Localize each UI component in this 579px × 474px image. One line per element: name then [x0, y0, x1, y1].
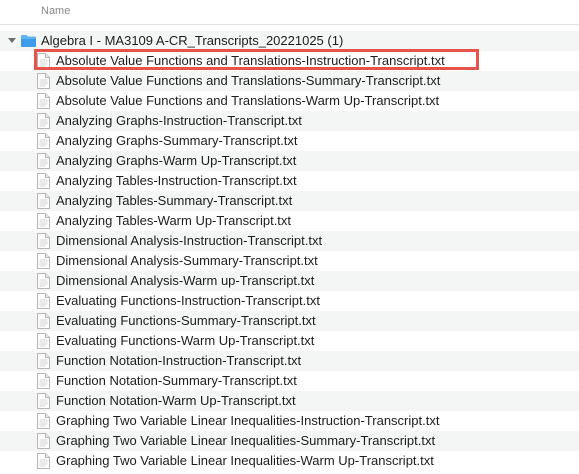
file-name: Dimensional Analysis-Summary-Transcript.… [56, 253, 318, 268]
column-header[interactable]: Name [0, 0, 579, 25]
file-name: Graphing Two Variable Linear Inequalitie… [56, 433, 436, 448]
text-document-icon [37, 433, 50, 449]
text-document-icon [37, 273, 50, 289]
folder-name: Algebra I - MA3109 A-CR_Transcripts_2022… [41, 33, 344, 48]
file-name: Analyzing Graphs-Summary-Transcript.txt [56, 133, 298, 148]
text-document-icon [37, 293, 50, 309]
file-name: Dimensional Analysis-Instruction-Transcr… [56, 233, 323, 248]
file-row[interactable]: Absolute Value Functions and Translation… [0, 51, 579, 71]
file-row[interactable]: Function Notation-Summary-Transcript.txt [0, 371, 579, 391]
text-document-icon [37, 373, 50, 389]
file-row[interactable]: Function Notation-Instruction-Transcript… [0, 351, 579, 371]
file-name: Evaluating Functions-Summary-Transcript.… [56, 313, 316, 328]
text-document-icon [37, 193, 50, 209]
file-row[interactable]: Function Notation-Warm Up-Transcript.txt [0, 391, 579, 411]
file-name: Evaluating Functions-Instruction-Transcr… [56, 293, 320, 308]
file-row[interactable]: Analyzing Graphs-Warm Up-Transcript.txt [0, 151, 579, 171]
file-row[interactable]: Evaluating Functions-Instruction-Transcr… [0, 291, 579, 311]
text-document-icon [37, 353, 50, 369]
text-document-icon [37, 133, 50, 149]
file-row[interactable]: Analyzing Tables-Summary-Transcript.txt [0, 191, 579, 211]
text-document-icon [37, 233, 50, 249]
text-document-icon [37, 333, 50, 349]
file-name: Function Notation-Summary-Transcript.txt [56, 373, 297, 388]
text-document-icon [37, 113, 50, 129]
file-name: Analyzing Tables-Summary-Transcript.txt [56, 193, 293, 208]
text-document-icon [37, 73, 50, 89]
file-name: Absolute Value Functions and Translation… [56, 73, 441, 88]
file-row[interactable]: Dimensional Analysis-Summary-Transcript.… [0, 251, 579, 271]
file-row[interactable]: Absolute Value Functions and Translation… [0, 91, 579, 111]
disclosure-triangle-icon[interactable] [8, 38, 16, 43]
text-document-icon [37, 173, 50, 189]
text-document-icon [37, 393, 50, 409]
file-name: Analyzing Tables-Instruction-Transcript.… [56, 173, 297, 188]
name-column-header[interactable]: Name [41, 5, 70, 17]
file-row[interactable]: Graphing Two Variable Linear Inequalitie… [0, 411, 579, 431]
file-row[interactable]: Analyzing Graphs-Instruction-Transcript.… [0, 111, 579, 131]
file-name: Function Notation-Instruction-Transcript… [56, 353, 302, 368]
file-row[interactable]: Analyzing Graphs-Summary-Transcript.txt [0, 131, 579, 151]
file-name: Analyzing Graphs-Warm Up-Transcript.txt [56, 153, 297, 168]
folder-row[interactable]: Algebra I - MA3109 A-CR_Transcripts_2022… [0, 31, 579, 51]
file-name: Analyzing Graphs-Instruction-Transcript.… [56, 113, 302, 128]
file-row[interactable]: Dimensional Analysis-Warm up-Transcript.… [0, 271, 579, 291]
text-document-icon [37, 313, 50, 329]
text-document-icon [37, 253, 50, 269]
text-document-icon [37, 153, 50, 169]
file-name: Evaluating Functions-Warm Up-Transcript.… [56, 333, 315, 348]
file-row[interactable]: Dimensional Analysis-Instruction-Transcr… [0, 231, 579, 251]
file-name: Analyzing Tables-Warm Up-Transcript.txt [56, 213, 292, 228]
file-row[interactable]: Graphing Two Variable Linear Inequalitie… [0, 431, 579, 451]
file-row[interactable]: Evaluating Functions-Summary-Transcript.… [0, 311, 579, 331]
file-name: Dimensional Analysis-Warm up-Transcript.… [56, 273, 315, 288]
file-name: Absolute Value Functions and Translation… [56, 53, 445, 68]
file-name: Function Notation-Warm Up-Transcript.txt [56, 393, 296, 408]
file-list: Absolute Value Functions and Translation… [0, 51, 579, 471]
text-document-icon [37, 53, 50, 69]
file-row[interactable]: Analyzing Tables-Warm Up-Transcript.txt [0, 211, 579, 231]
file-name: Graphing Two Variable Linear Inequalitie… [56, 413, 440, 428]
folder-icon [21, 35, 36, 47]
text-document-icon [37, 453, 50, 469]
file-row[interactable]: Evaluating Functions-Warm Up-Transcript.… [0, 331, 579, 351]
file-row[interactable]: Graphing Two Variable Linear Inequalitie… [0, 451, 579, 471]
file-row[interactable]: Analyzing Tables-Instruction-Transcript.… [0, 171, 579, 191]
file-row[interactable]: Absolute Value Functions and Translation… [0, 71, 579, 91]
file-name: Absolute Value Functions and Translation… [56, 93, 440, 108]
file-name: Graphing Two Variable Linear Inequalitie… [56, 453, 434, 468]
text-document-icon [37, 93, 50, 109]
text-document-icon [37, 413, 50, 429]
text-document-icon [37, 213, 50, 229]
